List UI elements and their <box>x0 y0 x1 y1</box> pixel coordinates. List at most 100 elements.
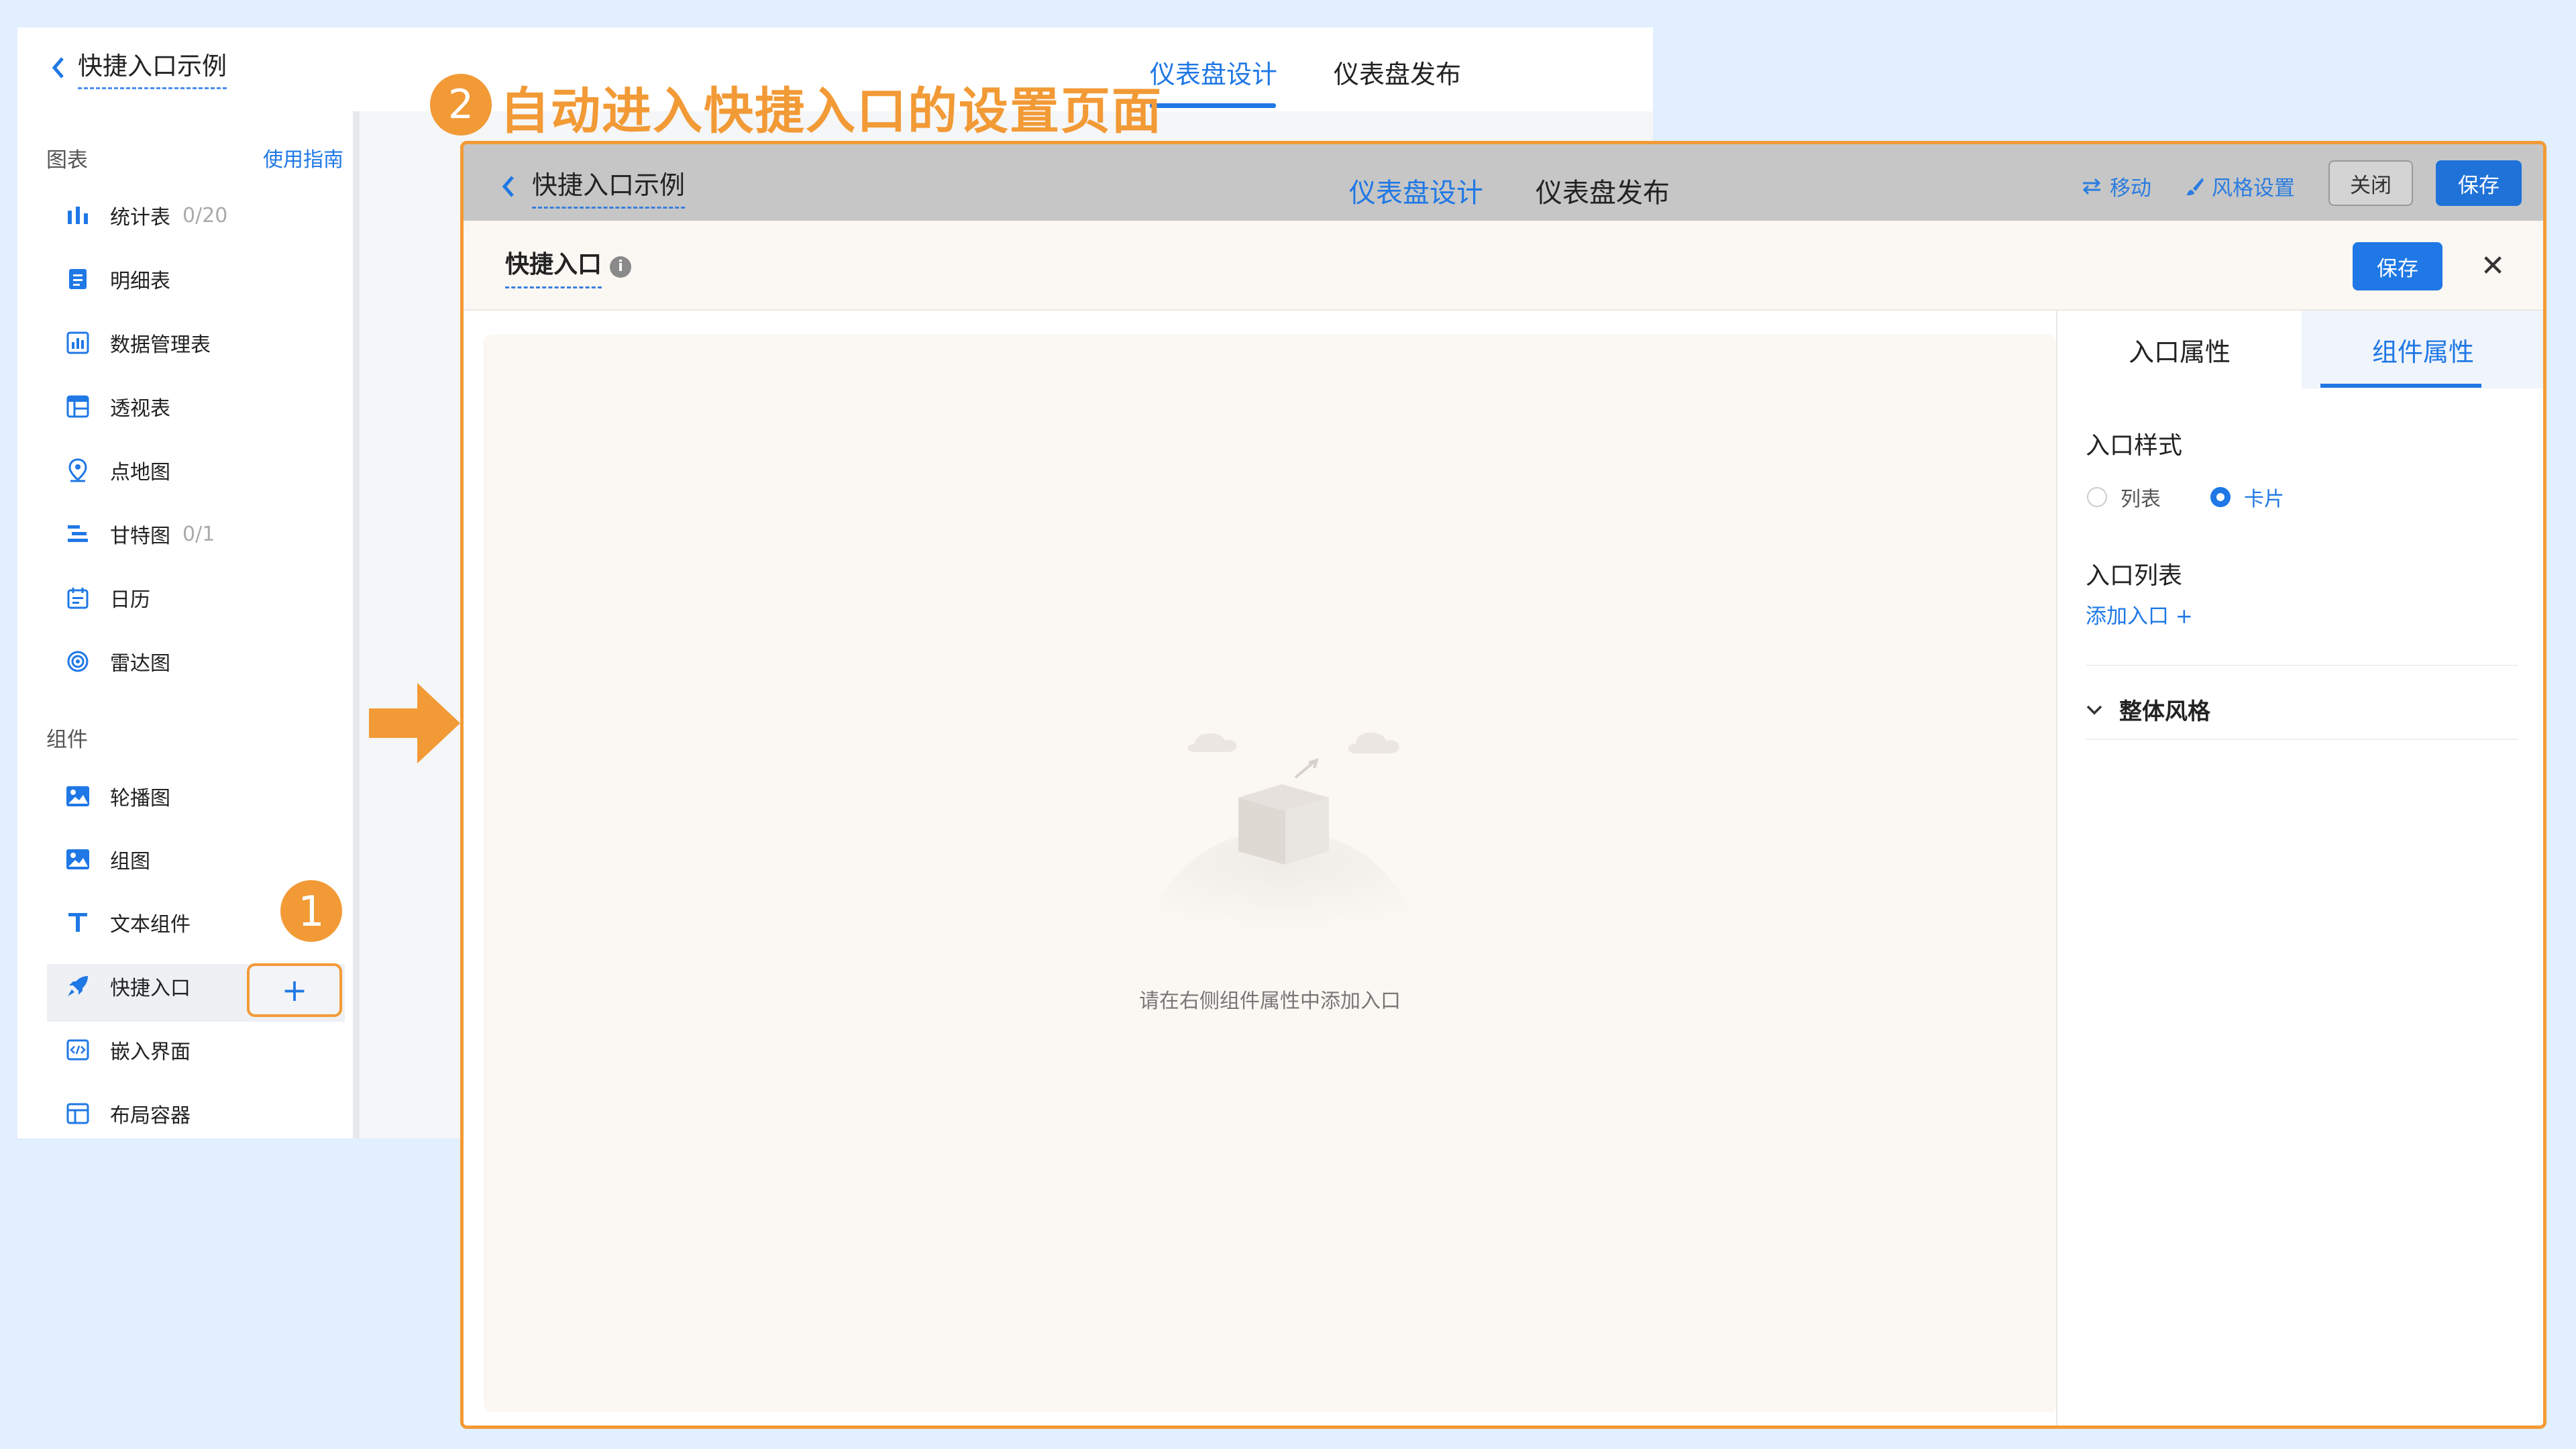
image-icon <box>64 783 91 810</box>
detail-table-icon <box>64 266 91 292</box>
properties-panel: 入口属性 组件属性 入口样式 列表 卡片 入口列表 添加入口 + 整体风格 <box>2056 311 2543 1426</box>
bg-tab-design[interactable]: 仪表盘设计 <box>1150 54 1277 91</box>
bg-back-link[interactable]: 快捷入口示例 <box>51 46 227 89</box>
text-icon <box>64 909 91 936</box>
active-tab-underline <box>2320 384 2481 388</box>
tab-entry-properties[interactable]: 入口属性 <box>2057 311 2302 388</box>
radio-label: 列表 <box>2121 488 2161 511</box>
radar-icon <box>64 648 91 675</box>
sidebar-item-label: 文本组件 <box>110 913 191 936</box>
rocket-icon <box>64 973 91 1000</box>
sidebar-item-stat-table[interactable]: 统计表 0/20 <box>64 195 227 235</box>
sidebar-item-label: 点地图 <box>110 461 170 484</box>
overall-style-section[interactable]: 整体风格 <box>2086 693 2210 726</box>
sidebar-item-label: 统计表 <box>110 206 170 229</box>
quick-entry-modal: 快捷入口 i 保存 ✕ 请在右侧组件属性中添加入口 入口属性 组件属性 入口样式… <box>464 221 2543 1426</box>
sidebar-item-label: 雷达图 <box>110 652 170 676</box>
close-icon[interactable]: ✕ <box>2469 242 2516 289</box>
entry-list-label: 入口列表 <box>2086 562 2183 590</box>
chevron-left-icon <box>502 176 514 197</box>
sidebar-item-pivot-table[interactable]: 透视表 <box>64 386 170 427</box>
divider <box>2086 739 2518 740</box>
move-button[interactable]: 移动 <box>2080 171 2151 201</box>
sidebar-item-quick-entry[interactable]: 快捷入口 <box>64 966 191 1006</box>
item-count: 0/20 <box>182 203 228 227</box>
sidebar-item-calendar[interactable]: 日历 <box>64 578 150 618</box>
sidebar-item-text[interactable]: 文本组件 <box>64 902 191 943</box>
bg-tab-active-underline <box>1150 103 1276 108</box>
layout-icon <box>64 1100 91 1127</box>
front-back-link[interactable]: 快捷入口示例 <box>501 164 686 209</box>
entry-style-label: 入口样式 <box>2086 432 2183 460</box>
top-save-button[interactable]: 保存 <box>2436 160 2522 206</box>
radio-unchecked-icon <box>2087 487 2107 507</box>
front-tab-publish[interactable]: 仪表盘发布 <box>1536 171 1670 210</box>
front-tab-design[interactable]: 仪表盘设计 <box>1349 171 1483 210</box>
step-2-caption: 自动进入快捷入口的设置页面 <box>500 83 1163 140</box>
overall-style-label: 整体风格 <box>2119 698 2210 725</box>
sidebar-item-carousel[interactable]: 轮播图 <box>64 776 170 816</box>
components-section-title: 组件 <box>46 728 88 752</box>
step-1-badge: 1 <box>280 880 342 942</box>
bg-tab-publish[interactable]: 仪表盘发布 <box>1334 54 1461 91</box>
image-icon <box>64 846 91 873</box>
sidebar-item-gantt[interactable]: 甘特图 0/1 <box>64 514 215 554</box>
sidebar-item-layout[interactable]: 布局容器 <box>64 1093 191 1134</box>
sidebar-item-gallery[interactable]: 组图 <box>64 839 150 879</box>
chevron-down-icon <box>2086 705 2102 714</box>
map-pin-icon <box>64 457 91 484</box>
modal-header <box>464 221 2543 311</box>
sidebar-item-label: 嵌入界面 <box>110 1040 191 1064</box>
sidebar-item-label: 布局容器 <box>110 1104 191 1128</box>
sidebar-item-label: 轮播图 <box>110 787 170 810</box>
sidebar-item-label: 数据管理表 <box>110 333 211 357</box>
sidebar-item-embed[interactable]: 嵌入界面 <box>64 1030 191 1070</box>
radio-label: 卡片 <box>2244 488 2284 511</box>
arrow-right-icon <box>369 683 460 763</box>
data-manage-icon <box>64 329 91 356</box>
sidebar-item-detail-table[interactable]: 明细表 <box>64 259 170 299</box>
item-count: 0/1 <box>182 522 215 546</box>
bar-chart-icon <box>64 202 91 229</box>
empty-box-icon <box>1141 732 1423 932</box>
swap-icon <box>2082 178 2101 195</box>
radio-checked-icon <box>2210 487 2231 507</box>
pivot-table-icon <box>64 393 91 420</box>
sidebar-item-label: 组图 <box>110 850 150 873</box>
preview-canvas: 请在右侧组件属性中添加入口 <box>484 335 2056 1412</box>
sidebar-item-label: 透视表 <box>110 397 170 421</box>
charts-section-title: 图表 <box>46 148 88 172</box>
style-radio-list[interactable]: 列表 <box>2087 482 2161 512</box>
close-button[interactable]: 关闭 <box>2328 160 2413 206</box>
gantt-icon <box>64 521 91 547</box>
sidebar-item-label: 快捷入口 <box>110 977 191 1000</box>
brush-icon <box>2186 177 2204 195</box>
move-label: 移动 <box>2110 176 2151 201</box>
modal-save-button[interactable]: 保存 <box>2353 242 2443 290</box>
divider <box>2086 665 2518 666</box>
settings-window: 快捷入口示例 仪表盘设计 仪表盘发布 移动 风格设置 关闭 保存 快捷入口 i … <box>460 141 2546 1429</box>
bg-dashboard-title: 快捷入口示例 <box>78 46 227 89</box>
style-settings-button[interactable]: 风格设置 <box>2185 171 2295 201</box>
style-settings-label: 风格设置 <box>2212 176 2295 201</box>
modal-title-wrap: 快捷入口 i <box>505 245 632 288</box>
sidebar-item-label: 甘特图 <box>110 525 170 548</box>
step-2-badge: 2 <box>430 74 492 136</box>
tab-component-properties[interactable]: 组件属性 <box>2302 311 2543 388</box>
sidebar-item-radar[interactable]: 雷达图 <box>64 641 170 682</box>
add-entry-link[interactable]: 添加入口 + <box>2086 599 2193 629</box>
sidebar-item-data-manage[interactable]: 数据管理表 <box>64 323 211 363</box>
usage-guide-link[interactable]: 使用指南 <box>263 143 343 172</box>
sidebar-item-label: 日历 <box>110 588 150 612</box>
sidebar-item-label: 明细表 <box>110 270 170 293</box>
modal-title: 快捷入口 <box>505 245 602 288</box>
embed-code-icon <box>64 1036 91 1063</box>
add-quick-entry-button[interactable]: + <box>247 963 342 1017</box>
front-dashboard-title: 快捷入口示例 <box>532 164 686 209</box>
sidebar-item-point-map[interactable]: 点地图 <box>64 450 170 490</box>
calendar-icon <box>64 584 91 611</box>
empty-state-text: 请在右侧组件属性中添加入口 <box>1139 989 1401 1013</box>
chevron-left-icon <box>52 56 64 78</box>
style-radio-card[interactable]: 卡片 <box>2210 482 2284 512</box>
info-icon[interactable]: i <box>610 256 632 278</box>
